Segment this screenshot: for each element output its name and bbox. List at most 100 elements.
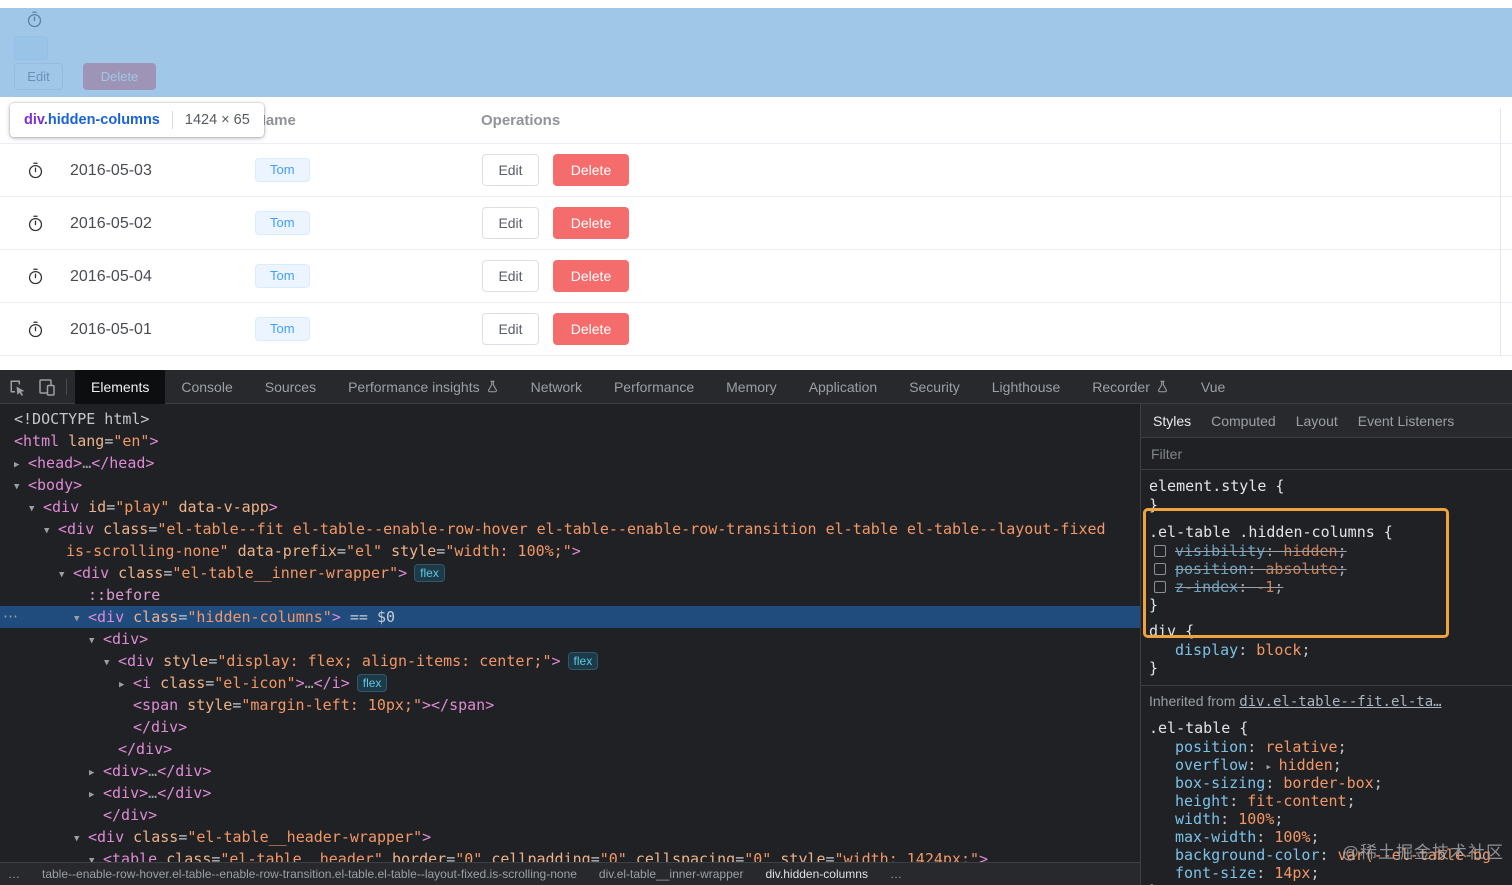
node-menu-dots-icon[interactable]: ⋯ bbox=[3, 606, 18, 628]
property-checkbox[interactable] bbox=[1154, 563, 1166, 575]
dom-tree-line[interactable]: ▼ <div> bbox=[0, 628, 1140, 650]
expand-arrow-icon[interactable]: ▼ bbox=[104, 652, 118, 674]
edit-button[interactable]: Edit bbox=[482, 313, 539, 345]
dom-tree-line[interactable]: ▶ <i class="el-icon">…</i> flex bbox=[0, 672, 1140, 694]
expand-arrow-icon[interactable]: ▼ bbox=[74, 608, 88, 630]
tab-memory[interactable]: Memory bbox=[710, 370, 793, 404]
tab-elements[interactable]: Elements bbox=[75, 369, 166, 404]
sidebar-tab-computed[interactable]: Computed bbox=[1201, 413, 1286, 429]
tab-application[interactable]: Application bbox=[793, 370, 894, 404]
css-property[interactable]: position: absolute; bbox=[1149, 560, 1512, 578]
tab-lighthouse[interactable]: Lighthouse bbox=[976, 370, 1077, 404]
table-row: 2016-05-04 Tom Edit Delete bbox=[0, 250, 1512, 303]
sidebar-tab-layout[interactable]: Layout bbox=[1286, 413, 1348, 429]
delete-button[interactable]: Delete bbox=[553, 154, 629, 186]
tab-performance-insights[interactable]: Performance insights bbox=[332, 370, 515, 404]
edit-button[interactable]: Edit bbox=[482, 207, 539, 239]
dom-token: … bbox=[304, 674, 314, 692]
property-checkbox[interactable] bbox=[1154, 545, 1166, 557]
breadcrumb-item[interactable]: div.el-table__inner-wrapper bbox=[599, 867, 744, 881]
tab-security[interactable]: Security bbox=[893, 370, 976, 404]
tab-console[interactable]: Console bbox=[165, 370, 248, 404]
dom-token: … bbox=[148, 762, 158, 780]
dom-tree-line[interactable]: <span style="margin-left: 10px;"></span> bbox=[0, 694, 1140, 716]
styles-filter-input[interactable]: Filter bbox=[1141, 438, 1512, 470]
dom-tree-line[interactable]: ▼ <body> bbox=[0, 474, 1140, 496]
css-property[interactable]: visibility: hidden; bbox=[1149, 542, 1512, 560]
dom-tree-line[interactable]: ▼ <div class="el-table__header-wrapper"> bbox=[0, 826, 1140, 848]
sidebar-tab-event-listeners[interactable]: Event Listeners bbox=[1348, 413, 1465, 429]
css-property[interactable]: z-index: -1; bbox=[1149, 578, 1512, 596]
dom-token: <div> bbox=[103, 630, 149, 648]
breadcrumb-item[interactable]: … bbox=[890, 867, 902, 881]
tab-performance[interactable]: Performance bbox=[598, 370, 710, 404]
edit-button[interactable]: Edit bbox=[482, 154, 539, 186]
collapse-arrow-icon[interactable]: ▶ bbox=[89, 762, 103, 784]
sidebar-tab-styles[interactable]: Styles bbox=[1143, 413, 1201, 429]
dom-token: cellspacing bbox=[626, 850, 736, 862]
css-property[interactable]: width: 100%; bbox=[1149, 810, 1512, 828]
delete-button[interactable]: Delete bbox=[553, 260, 629, 292]
collapse-arrow-icon[interactable]: ▶ bbox=[89, 784, 103, 806]
inspect-element-icon[interactable] bbox=[4, 374, 30, 400]
breadcrumb-item[interactable]: div.hidden-columns bbox=[765, 867, 868, 881]
name-tag: Tom bbox=[255, 158, 310, 182]
shorthand-expand-icon[interactable]: ▸ bbox=[1265, 760, 1278, 773]
css-property[interactable]: height: fit-content; bbox=[1149, 792, 1512, 810]
dom-tree-line[interactable]: ⋯ ▼ <div class="hidden-columns"> == $0 bbox=[0, 606, 1140, 628]
tab-network[interactable]: Network bbox=[515, 370, 598, 404]
dom-tree-line[interactable]: <html lang="en"> bbox=[0, 430, 1140, 452]
dom-tree-line[interactable]: ▼ <div class="el-table--fit el-table--ena… bbox=[0, 518, 1140, 540]
tab-label: Lighthouse bbox=[991, 378, 1061, 395]
breadcrumb-item[interactable]: … bbox=[8, 867, 20, 881]
tab-recorder[interactable]: Recorder bbox=[1076, 370, 1185, 404]
dom-tree-line[interactable]: is-scrolling-none" data-prefix="el" styl… bbox=[0, 540, 1140, 562]
property-text: display: block; bbox=[1175, 641, 1311, 659]
dom-tree-line[interactable]: ▶ <div>…</div> bbox=[0, 782, 1140, 804]
expand-arrow-icon[interactable]: ▼ bbox=[44, 520, 58, 542]
watermark: @稀土掘金技术社区 bbox=[1341, 843, 1504, 862]
css-property[interactable]: overflow: ▸ hidden; bbox=[1149, 756, 1512, 774]
dom-tree-line[interactable]: ▼ <div class="el-table__inner-wrapper"> fl… bbox=[0, 562, 1140, 584]
expand-arrow-icon[interactable]: ▼ bbox=[89, 630, 103, 652]
property-checkbox[interactable] bbox=[1154, 581, 1166, 593]
dom-tree-line[interactable]: <!DOCTYPE html> bbox=[0, 408, 1140, 430]
collapse-arrow-icon[interactable]: ▶ bbox=[14, 454, 28, 476]
css-property[interactable]: font-size: 14px; bbox=[1149, 864, 1512, 882]
dom-tree-line[interactable]: ▼ <div style="display: flex; align-items:… bbox=[0, 650, 1140, 672]
dom-tree-line[interactable]: ▶ <head>…</head> bbox=[0, 452, 1140, 474]
flex-badge[interactable]: flex bbox=[356, 674, 388, 692]
edit-button[interactable]: Edit bbox=[482, 260, 539, 292]
css-property[interactable]: display: block; bbox=[1149, 641, 1512, 659]
device-toolbar-icon[interactable] bbox=[34, 374, 60, 400]
collapse-arrow-icon[interactable]: ▶ bbox=[119, 674, 133, 696]
breadcrumb-item[interactable]: table--enable-row-hover.el-table--enable… bbox=[42, 867, 577, 881]
expand-arrow-icon[interactable]: ▼ bbox=[14, 476, 28, 498]
css-property[interactable]: box-sizing: border-box; bbox=[1149, 774, 1512, 792]
flex-badge[interactable]: flex bbox=[567, 652, 599, 670]
tab-sources[interactable]: Sources bbox=[249, 370, 332, 404]
dom-token: ::before bbox=[88, 586, 161, 604]
style-rule: .el-table .hidden-columns {visibility: h… bbox=[1141, 522, 1512, 614]
dom-tree-line[interactable]: ::before bbox=[0, 584, 1140, 606]
dom-tree-line[interactable]: </div> bbox=[0, 716, 1140, 738]
expand-arrow-icon[interactable]: ▼ bbox=[74, 828, 88, 850]
dom-tree-line[interactable]: ▼ <table class="el-table__header" border=… bbox=[0, 848, 1140, 862]
flex-badge[interactable]: flex bbox=[414, 564, 445, 582]
dom-token: ></span> bbox=[422, 696, 495, 714]
expand-arrow-icon[interactable]: ▼ bbox=[89, 850, 103, 862]
css-property[interactable]: position: relative; bbox=[1149, 738, 1512, 756]
delete-button[interactable]: Delete bbox=[553, 207, 629, 239]
dom-tree-line[interactable]: </div> bbox=[0, 738, 1140, 760]
dom-token: "hidden-columns" bbox=[187, 608, 332, 626]
dom-tree-line[interactable]: </div> bbox=[0, 804, 1140, 826]
dom-breadcrumbs: … table--enable-row-hover.el-table--enabl… bbox=[0, 862, 1140, 885]
dom-tree-line[interactable]: ▼ <div id="play" data-v-app> bbox=[0, 496, 1140, 518]
tab-vue[interactable]: Vue bbox=[1185, 370, 1241, 404]
inherited-element-link[interactable]: div.el-table--fit.el-ta… bbox=[1239, 694, 1441, 710]
dom-tree-line[interactable]: ▶ <div>…</div> bbox=[0, 760, 1140, 782]
expand-arrow-icon[interactable]: ▼ bbox=[59, 564, 73, 586]
property-text: z-index: -1; bbox=[1175, 578, 1284, 596]
expand-arrow-icon[interactable]: ▼ bbox=[29, 498, 43, 520]
delete-button[interactable]: Delete bbox=[553, 313, 629, 345]
